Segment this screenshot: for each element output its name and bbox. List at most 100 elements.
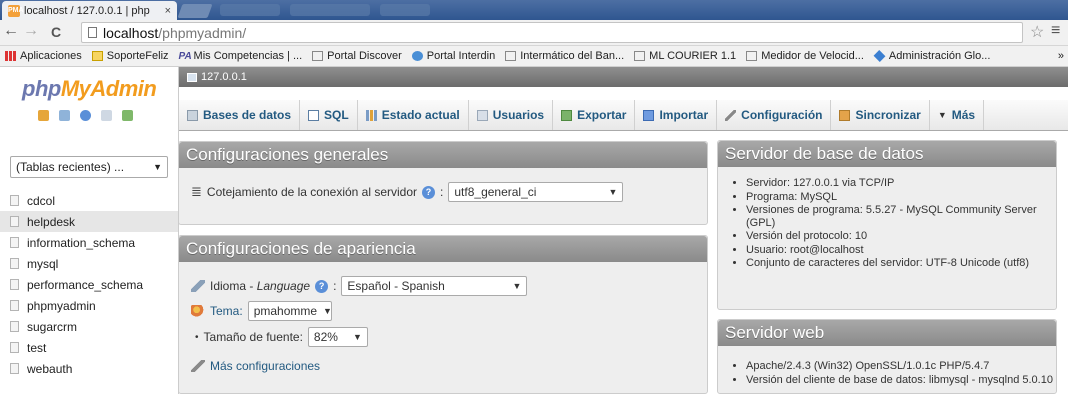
browser-menu-icon[interactable]: ≡ [1051, 22, 1060, 40]
more-settings-link[interactable]: Más configuraciones [210, 359, 320, 373]
db-item-test[interactable]: test [0, 337, 178, 358]
bookmark-label: Aplicaciones [20, 50, 82, 62]
home-icon[interactable] [38, 110, 49, 121]
database-icon [10, 279, 19, 290]
tab-bases-de-datos[interactable]: Bases de datos [179, 100, 301, 130]
db-name: mysql [27, 256, 59, 271]
db-name: helpdesk [27, 214, 76, 229]
bookmark-soportefeliz[interactable]: SoporteFeliz [87, 50, 174, 62]
db-server-panel: Servidor de base de datos Servidor: 127.… [717, 140, 1057, 310]
address-bar[interactable]: localhost/phpmyadmin/ [81, 22, 1023, 43]
db-name: performance_schema [27, 277, 144, 292]
tab-usuarios[interactable]: Usuarios [469, 100, 554, 130]
panel-title: Configuraciones de apariencia [179, 236, 707, 262]
db-name: webauth [27, 361, 73, 376]
browser-tab-active[interactable]: PMA localhost / 127.0.0.1 | php × [2, 1, 177, 20]
db-item-helpdesk[interactable]: helpdesk [0, 211, 178, 232]
database-icon [10, 195, 19, 206]
bookmark-label: Portal Interdin [426, 50, 496, 62]
forward-arrow-icon[interactable]: → [22, 22, 40, 40]
bookmark-ml-courier[interactable]: ML COURIER 1.1 [629, 50, 741, 62]
more-caret-icon: ▼ [937, 110, 947, 120]
url-host: localhost [103, 24, 159, 41]
browser-tab-title: localhost / 127.0.0.1 | php [24, 4, 150, 17]
db-item-information-schema[interactable]: information_schema [0, 232, 178, 253]
tab-importar[interactable]: Importar [635, 100, 718, 130]
web-server-panel: Servidor web Apache/2.4.3 (Win32) OpenSS… [717, 319, 1057, 394]
collation-select[interactable]: utf8_general_ci ▼ [448, 182, 624, 202]
list-item: Conjunto de caracteres del servidor: UTF… [746, 257, 1046, 270]
bookmark-aplicaciones[interactable]: Aplicaciones [0, 50, 87, 62]
db-item-mysql[interactable]: mysql [0, 253, 178, 274]
language-label: Idioma - Language [210, 279, 310, 293]
database-icon [10, 342, 19, 353]
reload-icon[interactable]: C [47, 24, 65, 40]
database-icon [10, 258, 19, 269]
web-server-info-list: Apache/2.4.3 (Win32) OpenSSL/1.0.1c PHP/… [726, 360, 1053, 387]
blurred-tab[interactable] [380, 4, 430, 16]
db-item-phpmyadmin[interactable]: phpmyadmin [0, 295, 178, 316]
tab-mas[interactable]: ▼ Más [930, 100, 985, 130]
language-icon [191, 280, 205, 292]
recent-tables-select[interactable]: (Tablas recientes) ... ▼ [10, 156, 168, 178]
blurred-tab[interactable] [290, 4, 370, 16]
theme-label[interactable]: Tema: [210, 304, 243, 318]
general-settings-panel: Configuraciones generales ≣ Cotejamiento… [178, 141, 708, 225]
tab-exportar[interactable]: Exportar [553, 100, 636, 130]
exit-icon[interactable] [59, 110, 70, 121]
db-item-performance-schema[interactable]: performance_schema [0, 274, 178, 295]
collation-icon: ≣ [191, 184, 202, 199]
tab-label: SQL [324, 108, 349, 122]
phpmyadmin-logo[interactable]: phpMyAdmin [22, 76, 157, 102]
list-item: Versión del cliente de base de datos: li… [746, 374, 1053, 387]
status-chart-icon [365, 109, 377, 121]
theme-select[interactable]: pmahomme ▼ [247, 301, 332, 321]
db-item-webauth[interactable]: webauth [0, 358, 178, 379]
database-list: cdcol helpdesk information_schema mysql … [0, 190, 178, 379]
server-breadcrumb[interactable]: 127.0.0.1 [179, 67, 1068, 87]
tab-configuracion[interactable]: Configuración [717, 100, 832, 130]
language-select[interactable]: Español - Spanish ▼ [341, 276, 528, 296]
list-item: Usuario: root@localhost [746, 244, 1046, 257]
db-item-sugarcrm[interactable]: sugarcrm [0, 316, 178, 337]
diamond-icon [873, 50, 886, 62]
db-item-cdcol[interactable]: cdcol [0, 190, 178, 211]
sync-icon [839, 109, 851, 121]
docs-icon[interactable] [101, 110, 112, 121]
language-value: Español - Spanish [347, 279, 445, 293]
new-tab-button[interactable] [177, 4, 213, 18]
bullet-icon: • [195, 331, 199, 343]
list-item: Apache/2.4.3 (Win32) OpenSSL/1.0.1c PHP/… [746, 360, 1046, 373]
reload-nav-icon[interactable] [122, 110, 133, 121]
logo-php: php [22, 76, 61, 101]
bookmark-administracion[interactable]: Administración Glo... [869, 50, 995, 62]
help-icon[interactable]: ? [422, 185, 436, 199]
tab-sql[interactable]: SQL [300, 100, 358, 130]
bookmark-intermatico[interactable]: Intermático del Ban... [500, 50, 629, 62]
bookmark-star-icon[interactable]: ☆ [1030, 22, 1044, 42]
database-icon [10, 363, 19, 374]
language-label-english: Language [256, 279, 311, 293]
tab-estado-actual[interactable]: Estado actual [358, 100, 469, 130]
bookmark-mis-competencias[interactable]: PA Mis Competencias | ... [174, 50, 308, 62]
chevron-down-icon: ▼ [608, 187, 618, 197]
list-item: Programa: MySQL [746, 191, 1046, 204]
bookmark-portal-discover[interactable]: Portal Discover [307, 50, 407, 62]
pa-icon: PA [178, 51, 192, 62]
language-colon: : [333, 279, 337, 293]
close-icon[interactable]: × [165, 5, 171, 17]
help-icon[interactable] [80, 110, 91, 121]
bookmark-portal-interdin[interactable]: Portal Interdin [407, 50, 500, 62]
fontsize-select[interactable]: 82% ▼ [307, 327, 368, 347]
wrench-icon [725, 109, 737, 121]
help-icon[interactable]: ? [315, 279, 329, 293]
blurred-tab[interactable] [220, 4, 280, 16]
tab-label: Exportar [577, 108, 627, 122]
bookmarks-overflow-button[interactable]: » [1053, 50, 1068, 62]
bookmark-medidor[interactable]: Medidor de Velocid... [741, 50, 869, 62]
back-arrow-icon[interactable]: ← [2, 22, 20, 40]
folder-icon [91, 51, 103, 61]
page-icon [312, 51, 324, 61]
db-name: phpmyadmin [27, 298, 96, 313]
tab-sincronizar[interactable]: Sincronizar [831, 100, 930, 130]
